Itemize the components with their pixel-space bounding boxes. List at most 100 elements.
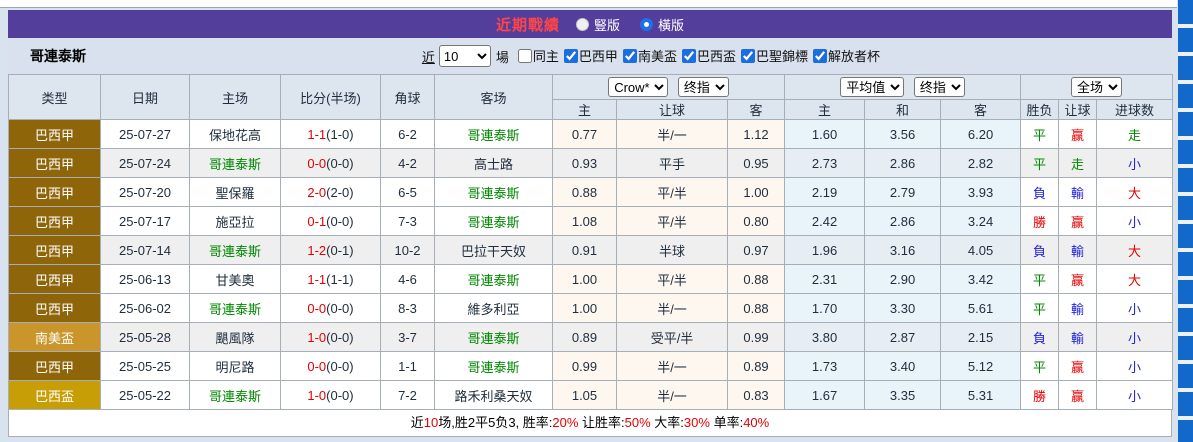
handicap-result-cell: 赢: [1059, 265, 1097, 294]
filter-option[interactable]: 巴西盃: [682, 46, 736, 65]
handicap-cell: 半/一: [617, 381, 728, 410]
home-team-cell[interactable]: 哥連泰斯: [190, 381, 281, 410]
side-strip-block[interactable]: [1178, 28, 1193, 52]
radio-selected-icon[interactable]: [640, 18, 653, 31]
filter-checkbox[interactable]: [564, 49, 578, 63]
score-cell[interactable]: 1-1(1-0): [281, 120, 381, 149]
top-divider: [0, 0, 1177, 8]
score-cell[interactable]: 0-1(0-0): [281, 207, 381, 236]
corners-cell: 3-7: [381, 323, 435, 352]
corners-cell: 7-3: [381, 207, 435, 236]
away-team-cell[interactable]: 路禾利桑天奴: [435, 381, 553, 410]
home-team-cell[interactable]: 甘美奧: [190, 265, 281, 294]
home-team-cell[interactable]: 聖保羅: [190, 178, 281, 207]
radio-horizontal-layout[interactable]: 橫版: [640, 15, 684, 34]
odds-away-cell: 0.83: [728, 381, 785, 410]
radio-vertical-layout[interactable]: 豎版: [576, 15, 620, 34]
odds-home-cell: 0.89: [553, 323, 617, 352]
home-team-cell[interactable]: 保地花高: [190, 120, 281, 149]
home-team-cell[interactable]: 哥連泰斯: [190, 294, 281, 323]
score-cell[interactable]: 1-0(0-0): [281, 381, 381, 410]
score-cell[interactable]: 0-0(0-0): [281, 294, 381, 323]
score-cell[interactable]: 0-0(0-0): [281, 149, 381, 178]
subcol-odds-away: 客: [728, 100, 785, 120]
league-cell: 巴西甲: [9, 294, 101, 323]
corners-cell: 6-2: [381, 120, 435, 149]
handicap-cell: 半球: [617, 236, 728, 265]
scope-select[interactable]: 全场: [1071, 77, 1122, 97]
side-strip-block[interactable]: [1178, 364, 1193, 388]
subcol-avg-home: 主: [785, 100, 865, 120]
home-team-cell[interactable]: 哥連泰斯: [190, 236, 281, 265]
filter-checkbox[interactable]: [682, 49, 696, 63]
side-strip-block[interactable]: [1178, 168, 1193, 192]
avg-away-cell: 5.31: [941, 381, 1021, 410]
radio-unselected-icon[interactable]: [576, 18, 589, 31]
score-cell[interactable]: 1-0(0-0): [281, 323, 381, 352]
near-label[interactable]: 近: [422, 47, 435, 66]
side-strip-block[interactable]: [1178, 392, 1193, 416]
table-row: 巴西盃25-05-22哥連泰斯1-0(0-0)7-2路禾利桑天奴1.05半/一0…: [9, 381, 1173, 410]
home-team-cell[interactable]: 颶風隊: [190, 323, 281, 352]
filter-option[interactable]: 巴聖錦標: [741, 46, 808, 65]
side-strip-block[interactable]: [1178, 196, 1193, 220]
filter-checkbox-label: 巴西甲: [579, 46, 618, 65]
score-cell[interactable]: 1-1(1-1): [281, 265, 381, 294]
away-team-cell[interactable]: 哥連泰斯: [435, 207, 553, 236]
result-cell: 勝: [1021, 381, 1059, 410]
side-strip-block[interactable]: [1178, 224, 1193, 248]
avg-time-select[interactable]: 终指: [914, 77, 965, 97]
subcol-handicap-result: 让球: [1059, 100, 1097, 120]
filter-option[interactable]: 南美盃: [623, 46, 677, 65]
away-team-cell[interactable]: 哥連泰斯: [435, 323, 553, 352]
avg-source-select[interactable]: 平均值: [840, 77, 904, 97]
odds-time-select[interactable]: 终指: [678, 77, 729, 97]
result-cell: 勝: [1021, 207, 1059, 236]
filter-checkbox[interactable]: [741, 49, 755, 63]
home-team-cell[interactable]: 哥連泰斯: [190, 149, 281, 178]
handicap-cell: 平/半: [617, 207, 728, 236]
side-strip-block[interactable]: [1178, 280, 1193, 304]
league-cell: 巴西甲: [9, 236, 101, 265]
away-team-cell[interactable]: 維多利亞: [435, 294, 553, 323]
away-team-cell[interactable]: 哥連泰斯: [435, 265, 553, 294]
table-row: 巴西甲25-06-13甘美奧1-1(1-1)4-6哥連泰斯1.00平/半0.88…: [9, 265, 1173, 294]
away-team-cell[interactable]: 哥連泰斯: [435, 352, 553, 381]
side-strip-block[interactable]: [1178, 140, 1193, 164]
avg-draw-cell: 3.56: [865, 120, 941, 149]
table-row: 巴西甲25-07-24哥連泰斯0-0(0-0)4-2高士路0.93平手0.952…: [9, 149, 1173, 178]
filter-option[interactable]: 同主: [518, 46, 559, 65]
side-strip-block[interactable]: [1178, 308, 1193, 332]
side-strip-block[interactable]: [1178, 420, 1193, 442]
side-strip-block[interactable]: [1178, 112, 1193, 136]
handicap-cell: 半/一: [617, 294, 728, 323]
home-team-cell[interactable]: 施亞拉: [190, 207, 281, 236]
side-strip-block[interactable]: [1178, 336, 1193, 360]
odds-company-select[interactable]: Crow*: [608, 77, 668, 97]
away-team-cell[interactable]: 哥連泰斯: [435, 120, 553, 149]
home-team-cell[interactable]: 明尼路: [190, 352, 281, 381]
filter-checkbox[interactable]: [623, 49, 637, 63]
handicap-cell: 半/一: [617, 352, 728, 381]
match-count-select[interactable]: 10: [439, 45, 491, 67]
radio-vertical-label: 豎版: [594, 15, 620, 34]
odds-away-cell: 0.88: [728, 265, 785, 294]
side-strip-block[interactable]: [1178, 56, 1193, 80]
away-team-cell[interactable]: 巴拉干天奴: [435, 236, 553, 265]
avg-home-cell: 1.70: [785, 294, 865, 323]
score-cell[interactable]: 0-0(0-0): [281, 352, 381, 381]
result-cell: 負: [1021, 323, 1059, 352]
date-cell: 25-05-28: [101, 323, 190, 352]
filter-checkbox[interactable]: [813, 49, 827, 63]
side-strip-block[interactable]: [1178, 252, 1193, 276]
col-header-corners: 角球: [381, 75, 435, 120]
side-strip-block[interactable]: [1178, 84, 1193, 108]
filter-option[interactable]: 巴西甲: [564, 46, 618, 65]
filter-checkbox[interactable]: [518, 49, 532, 63]
side-strip-block[interactable]: [1178, 0, 1193, 24]
away-team-cell[interactable]: 哥連泰斯: [435, 178, 553, 207]
score-cell[interactable]: 1-2(0-1): [281, 236, 381, 265]
away-team-cell[interactable]: 高士路: [435, 149, 553, 178]
filter-option[interactable]: 解放者杯: [813, 46, 880, 65]
score-cell[interactable]: 2-0(2-0): [281, 178, 381, 207]
